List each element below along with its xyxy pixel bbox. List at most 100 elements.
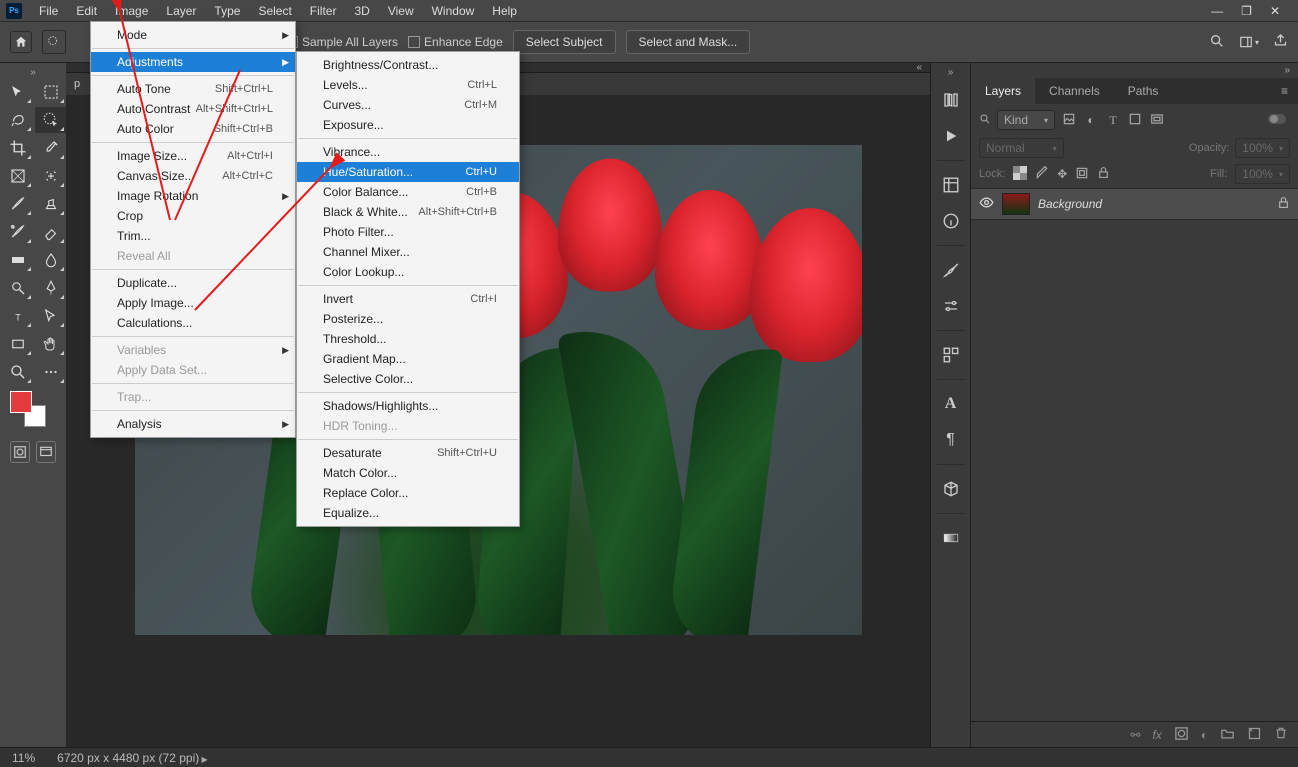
- filter-shape-icon[interactable]: [1127, 112, 1143, 129]
- eraser-tool[interactable]: [35, 219, 66, 245]
- tab-layers[interactable]: Layers: [971, 78, 1035, 104]
- layer-thumbnail[interactable]: [1002, 193, 1030, 215]
- properties-icon[interactable]: [937, 171, 965, 199]
- search-icon[interactable]: [1209, 33, 1225, 52]
- hand-tool[interactable]: [35, 331, 66, 357]
- menu-item-auto-color[interactable]: Auto ColorShift+Ctrl+B: [91, 119, 295, 139]
- lock-all-icon[interactable]: [1097, 166, 1110, 182]
- menu-help[interactable]: Help: [483, 1, 526, 21]
- menu-item-auto-contrast[interactable]: Auto ContrastAlt+Shift+Ctrl+L: [91, 99, 295, 119]
- mask-add-icon[interactable]: [1174, 726, 1189, 744]
- info-icon[interactable]: [937, 207, 965, 235]
- menu-item-analysis[interactable]: Analysis: [91, 414, 295, 434]
- delete-layer-icon[interactable]: [1274, 726, 1288, 743]
- lock-position-icon[interactable]: ✥: [1057, 167, 1067, 181]
- group-icon[interactable]: [1220, 726, 1235, 744]
- opacity-field[interactable]: 100%▾: [1235, 138, 1290, 158]
- tab-channels[interactable]: Channels: [1035, 78, 1114, 104]
- zoom-level[interactable]: 11%: [12, 751, 35, 765]
- blur-tool[interactable]: [35, 247, 66, 273]
- libraries-icon[interactable]: [937, 86, 965, 114]
- menu-item-color-balance-[interactable]: Color Balance...Ctrl+B: [297, 182, 519, 202]
- menu-item-vibrance-[interactable]: Vibrance...: [297, 142, 519, 162]
- menu-item-image-rotation[interactable]: Image Rotation: [91, 186, 295, 206]
- menu-item-levels-[interactable]: Levels...Ctrl+L: [297, 75, 519, 95]
- menu-item-auto-tone[interactable]: Auto ToneShift+Ctrl+L: [91, 79, 295, 99]
- workspace-switcher-icon[interactable]: ▾: [1239, 35, 1259, 49]
- quick-mask-icon[interactable]: [10, 441, 30, 463]
- menu-type[interactable]: Type: [205, 1, 249, 21]
- adjustments-icon[interactable]: [937, 292, 965, 320]
- menu-file[interactable]: File: [30, 1, 67, 21]
- menu-item-calculations-[interactable]: Calculations...: [91, 313, 295, 333]
- menu-item-trim-[interactable]: Trim...: [91, 226, 295, 246]
- menu-layer[interactable]: Layer: [157, 1, 205, 21]
- menu-item-photo-filter-[interactable]: Photo Filter...: [297, 222, 519, 242]
- menu-item-brightness-contrast-[interactable]: Brightness/Contrast...: [297, 55, 519, 75]
- visibility-eye-icon[interactable]: [979, 195, 994, 213]
- menu-image[interactable]: Image: [106, 1, 157, 21]
- healing-brush-tool[interactable]: [35, 163, 66, 189]
- rectangle-tool[interactable]: [2, 331, 33, 357]
- crop-tool[interactable]: [2, 135, 33, 161]
- marquee-tool[interactable]: [35, 79, 66, 105]
- adjustment-layer-icon[interactable]: ◐: [1201, 728, 1208, 742]
- filter-smart-icon[interactable]: [1149, 112, 1165, 129]
- menu-item-mode[interactable]: Mode: [91, 25, 295, 45]
- menu-item-exposure-[interactable]: Exposure...: [297, 115, 519, 135]
- link-layers-icon[interactable]: ⚯: [1130, 728, 1140, 742]
- panel-menu-icon[interactable]: ≡: [1271, 78, 1298, 104]
- menu-edit[interactable]: Edit: [67, 1, 106, 21]
- menu-item-duplicate-[interactable]: Duplicate...: [91, 273, 295, 293]
- menu-item-replace-color-[interactable]: Replace Color...: [297, 483, 519, 503]
- fill-field[interactable]: 100%▾: [1235, 164, 1290, 184]
- menu-item-selective-color-[interactable]: Selective Color...: [297, 369, 519, 389]
- path-select-tool[interactable]: [35, 303, 66, 329]
- menu-item-channel-mixer-[interactable]: Channel Mixer...: [297, 242, 519, 262]
- menu-item-image-size-[interactable]: Image Size...Alt+Ctrl+I: [91, 146, 295, 166]
- eyedropper-tool[interactable]: [35, 135, 66, 161]
- menu-3d[interactable]: 3D: [345, 1, 378, 21]
- select-and-mask-button[interactable]: Select and Mask...: [626, 30, 751, 54]
- filter-adjustment-icon[interactable]: ◐: [1083, 113, 1099, 127]
- foreground-color-swatch[interactable]: [10, 391, 32, 413]
- menu-item-desaturate[interactable]: DesaturateShift+Ctrl+U: [297, 443, 519, 463]
- menu-item-apply-image-[interactable]: Apply Image...: [91, 293, 295, 313]
- layer-name[interactable]: Background: [1038, 197, 1102, 211]
- edit-toolbar[interactable]: [35, 359, 66, 385]
- menu-item-crop[interactable]: Crop: [91, 206, 295, 226]
- screen-mode-icon[interactable]: [36, 441, 56, 463]
- lock-pixels-brush-icon[interactable]: [1035, 166, 1049, 183]
- swatches-icon[interactable]: [937, 341, 965, 369]
- filter-type-icon[interactable]: T: [1105, 113, 1121, 128]
- lasso-tool[interactable]: [2, 107, 33, 133]
- fx-icon[interactable]: fx: [1152, 728, 1161, 742]
- close-icon[interactable]: ✕: [1270, 4, 1280, 18]
- 3d-icon[interactable]: [937, 475, 965, 503]
- filter-kind-dropdown[interactable]: Kind▾: [997, 110, 1055, 130]
- tab-paths[interactable]: Paths: [1114, 78, 1173, 104]
- menu-window[interactable]: Window: [423, 1, 484, 21]
- paragraph-icon[interactable]: ¶: [937, 426, 965, 454]
- layer-row-background[interactable]: Background: [971, 188, 1298, 220]
- menu-item-shadows-highlights-[interactable]: Shadows/Highlights...: [297, 396, 519, 416]
- zoom-tool[interactable]: [2, 359, 33, 385]
- gradient-tool[interactable]: [2, 247, 33, 273]
- sample-all-layers-checkbox[interactable]: Sample All Layers: [286, 35, 398, 49]
- menu-select[interactable]: Select: [249, 1, 300, 21]
- maximize-icon[interactable]: ❐: [1241, 4, 1252, 18]
- menu-filter[interactable]: Filter: [301, 1, 346, 21]
- new-layer-icon[interactable]: [1247, 726, 1262, 744]
- blend-mode-dropdown[interactable]: Normal▾: [979, 138, 1064, 158]
- menu-item-canvas-size-[interactable]: Canvas Size...Alt+Ctrl+C: [91, 166, 295, 186]
- lock-artboard-icon[interactable]: [1075, 166, 1089, 183]
- brushes-icon[interactable]: [937, 256, 965, 284]
- menu-item-adjustments[interactable]: Adjustments: [91, 52, 295, 72]
- color-swatches[interactable]: [0, 387, 66, 437]
- enhance-edge-checkbox[interactable]: Enhance Edge: [408, 35, 503, 49]
- menu-item-threshold-[interactable]: Threshold...: [297, 329, 519, 349]
- minimize-icon[interactable]: —: [1211, 4, 1223, 18]
- filter-pixel-icon[interactable]: [1061, 112, 1077, 129]
- filter-toggle-icon[interactable]: [1268, 113, 1290, 128]
- menu-item-equalize-[interactable]: Equalize...: [297, 503, 519, 523]
